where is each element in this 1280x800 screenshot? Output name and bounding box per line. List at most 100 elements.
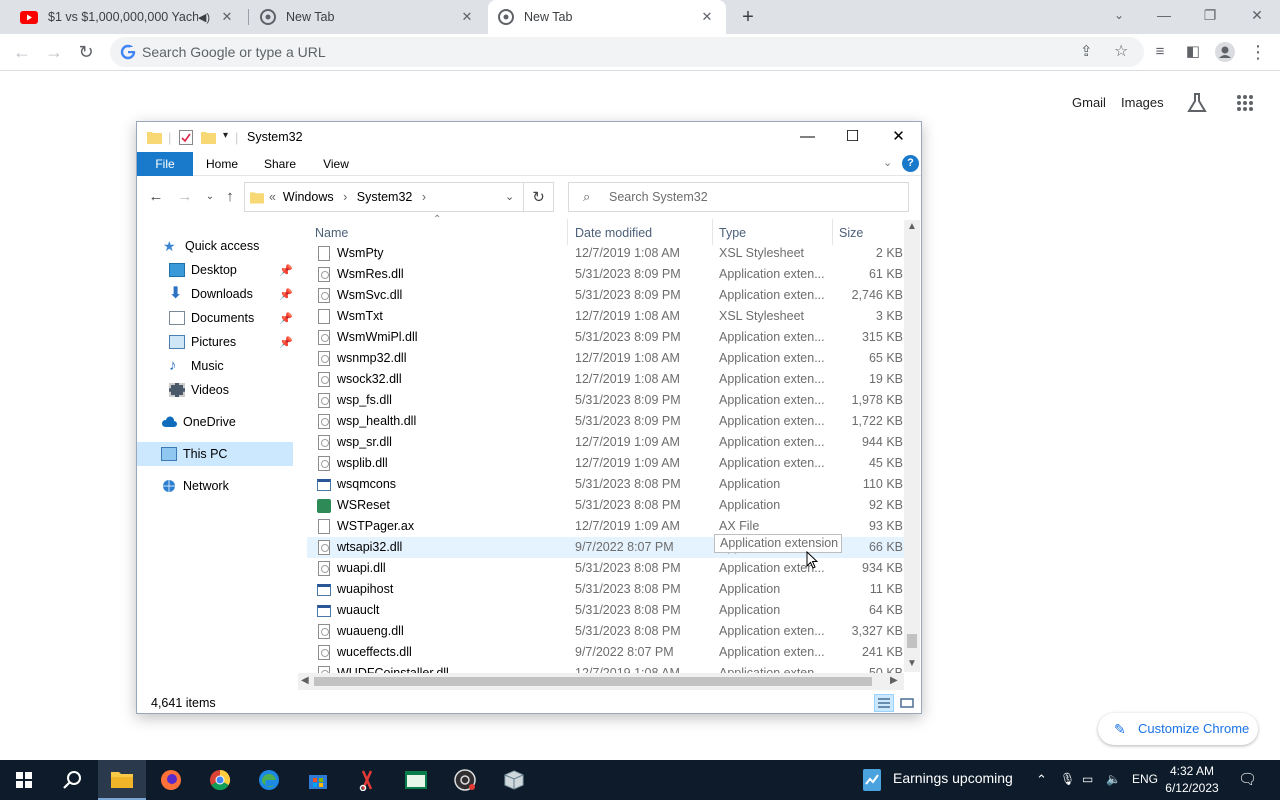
- vertical-scroll-thumb[interactable]: [907, 634, 917, 648]
- nav-this-pc[interactable]: This PC: [137, 442, 293, 466]
- scroll-left-icon[interactable]: ◀: [301, 675, 309, 686]
- images-link[interactable]: Images: [1121, 95, 1164, 110]
- help-icon[interactable]: ?: [902, 155, 919, 172]
- search-icon[interactable]: [48, 760, 96, 800]
- search-box[interactable]: ⌕ Search System32: [568, 182, 909, 212]
- minimize-icon[interactable]: —: [1141, 0, 1187, 30]
- explorer-title-bar[interactable]: | ▾ | System32 — ☐ ✕: [137, 122, 921, 152]
- language-indicator[interactable]: ENG: [1132, 772, 1158, 786]
- ribbon-tab-home[interactable]: Home: [199, 152, 245, 176]
- file-row[interactable]: wsp_fs.dll 5/31/2023 8:09 PM Application e…: [307, 390, 905, 411]
- customize-chrome-button[interactable]: ✎ Customize Chrome: [1098, 713, 1258, 745]
- horizontal-scroll-thumb[interactable]: [314, 677, 872, 686]
- file-row[interactable]: WsmSvc.dll 5/31/2023 8:09 PM Application e…: [307, 285, 905, 306]
- column-divider[interactable]: [567, 219, 568, 245]
- large-icons-view-icon[interactable]: [897, 694, 917, 712]
- file-row[interactable]: wuceffects.dll 9/7/2022 8:07 PM Applicatio…: [307, 642, 905, 663]
- file-row[interactable]: wuaueng.dll 5/31/2023 8:08 PM Application …: [307, 621, 905, 642]
- column-divider[interactable]: [832, 219, 833, 245]
- file-row[interactable]: wsp_health.dll 5/31/2023 8:09 PM Applicati…: [307, 411, 905, 432]
- clock[interactable]: 4:32 AM 6/12/2023: [1160, 763, 1224, 797]
- speaker-icon[interactable]: ◀︎): [198, 11, 210, 24]
- file-row[interactable]: WsmTxt 12/7/2019 1:08 AM XSL Stylesheet 3 K…: [307, 306, 905, 327]
- nav-music[interactable]: ♪ Music: [169, 354, 224, 378]
- breadcrumb-system32[interactable]: System32: [357, 190, 413, 204]
- back-icon[interactable]: ←: [147, 188, 165, 206]
- properties-icon[interactable]: [179, 130, 193, 145]
- column-header-date[interactable]: Date modified: [575, 226, 652, 240]
- tab-search-icon[interactable]: ⌄: [1096, 0, 1142, 30]
- file-row[interactable]: wsplib.dll 12/7/2019 1:09 AM Application e…: [307, 453, 905, 474]
- nav-quick-access[interactable]: ★ Quick access: [163, 234, 259, 258]
- forward-icon[interactable]: →: [176, 188, 194, 206]
- nav-desktop[interactable]: Desktop: [169, 258, 237, 282]
- microphone-icon[interactable]: 🎙: [1060, 772, 1075, 786]
- media-control-icon[interactable]: ≡: [1146, 38, 1174, 66]
- nav-network[interactable]: Network: [161, 474, 229, 498]
- close-tab-icon[interactable]: ✕: [458, 8, 476, 26]
- volume-icon[interactable]: 🔈: [1106, 772, 1121, 786]
- notifications-icon[interactable]: 🗨: [1238, 770, 1257, 788]
- file-row[interactable]: wsqmcons 5/31/2023 8:08 PM Application 110 …: [307, 474, 905, 495]
- obs-recording-icon[interactable]: [441, 760, 489, 800]
- share-icon[interactable]: ⇪: [1080, 42, 1093, 60]
- gmail-link[interactable]: Gmail: [1072, 95, 1106, 110]
- back-icon[interactable]: ←: [8, 38, 36, 66]
- scroll-up-icon[interactable]: ▲: [907, 221, 917, 232]
- start-windows-icon[interactable]: [0, 760, 48, 800]
- tab-youtube[interactable]: $1 vs $1,000,000,000 Yacht! ◀︎) ✕: [10, 0, 246, 34]
- snipping-tool-icon[interactable]: [343, 760, 391, 800]
- breadcrumb-overflow[interactable]: «: [269, 190, 276, 204]
- pin-icon[interactable]: 📌: [279, 264, 293, 277]
- new-tab-button[interactable]: +: [736, 5, 760, 29]
- minimize-icon[interactable]: —: [785, 122, 830, 152]
- vertical-scrollbar[interactable]: ▲ ▼: [904, 220, 920, 672]
- new-folder-icon[interactable]: [201, 130, 216, 144]
- breadcrumb-windows[interactable]: Windows: [283, 190, 334, 204]
- nav-pictures[interactable]: Pictures: [169, 330, 236, 354]
- file-row[interactable]: wsock32.dll 12/7/2019 1:08 AM Application …: [307, 369, 905, 390]
- news-widget-label[interactable]: Earnings upcoming: [893, 770, 1013, 786]
- expand-ribbon-icon[interactable]: ⌄: [883, 156, 892, 169]
- close-tab-icon[interactable]: ✕: [698, 8, 716, 26]
- close-tab-icon[interactable]: ✕: [218, 8, 236, 26]
- firefox-icon[interactable]: [147, 760, 195, 800]
- tab-new-tab-2[interactable]: New Tab ✕: [488, 0, 726, 34]
- ribbon-tab-share[interactable]: Share: [257, 152, 303, 176]
- close-window-icon[interactable]: ✕: [1234, 0, 1280, 30]
- chevron-right-icon[interactable]: ›: [416, 190, 432, 204]
- show-hidden-icons-chevron-icon[interactable]: ⌃: [1036, 772, 1047, 788]
- chrome-icon[interactable]: [196, 760, 244, 800]
- file-row[interactable]: wuapihost 5/31/2023 8:08 PM Application 11 …: [307, 579, 905, 600]
- horizontal-scrollbar[interactable]: ◀ ▶: [298, 673, 904, 690]
- column-header-type[interactable]: Type: [719, 226, 746, 240]
- bookmark-star-icon[interactable]: ☆: [1114, 41, 1128, 61]
- close-icon[interactable]: ✕: [876, 122, 921, 152]
- nav-videos[interactable]: Videos: [169, 378, 229, 402]
- up-icon[interactable]: ↑: [221, 188, 239, 206]
- file-row[interactable]: wuauclt 5/31/2023 8:08 PM Application 64 KB: [307, 600, 905, 621]
- apps-grid-icon[interactable]: [1236, 94, 1254, 115]
- chevron-right-icon[interactable]: ›: [337, 190, 353, 204]
- ribbon-tab-file[interactable]: File: [137, 152, 193, 176]
- restore-icon[interactable]: ❐: [1187, 0, 1233, 30]
- file-row[interactable]: WsmPty 12/7/2019 1:08 AM XSL Stylesheet 2 K…: [307, 243, 905, 264]
- ribbon-tab-view[interactable]: View: [313, 152, 359, 176]
- file-row[interactable]: wsp_sr.dll 12/7/2019 1:09 AM Application e…: [307, 432, 905, 453]
- forward-icon[interactable]: →: [40, 38, 68, 66]
- reload-icon[interactable]: ↻: [72, 38, 100, 66]
- file-explorer-taskbar-icon[interactable]: [98, 760, 146, 800]
- column-header-size[interactable]: Size: [839, 226, 863, 240]
- file-row[interactable]: WsmRes.dll 5/31/2023 8:09 PM Application e…: [307, 264, 905, 285]
- tab-new-tab-1[interactable]: New Tab ✕: [250, 0, 486, 34]
- virtualbox-cube-icon[interactable]: [490, 760, 538, 800]
- microsoft-store-icon[interactable]: [294, 760, 342, 800]
- omnibox[interactable]: Search Google or type a URL ⇪ ☆: [110, 37, 1144, 67]
- column-header-name[interactable]: Name: [315, 226, 348, 240]
- file-row[interactable]: wsnmp32.dll 12/7/2019 1:08 AM Application …: [307, 348, 905, 369]
- maximize-icon[interactable]: ☐: [830, 122, 875, 152]
- file-row[interactable]: WsmWmiPl.dll 5/31/2023 8:09 PM Application…: [307, 327, 905, 348]
- refresh-icon[interactable]: ↻: [524, 182, 554, 212]
- edge-icon[interactable]: [245, 760, 293, 800]
- pin-icon[interactable]: 📌: [279, 336, 293, 349]
